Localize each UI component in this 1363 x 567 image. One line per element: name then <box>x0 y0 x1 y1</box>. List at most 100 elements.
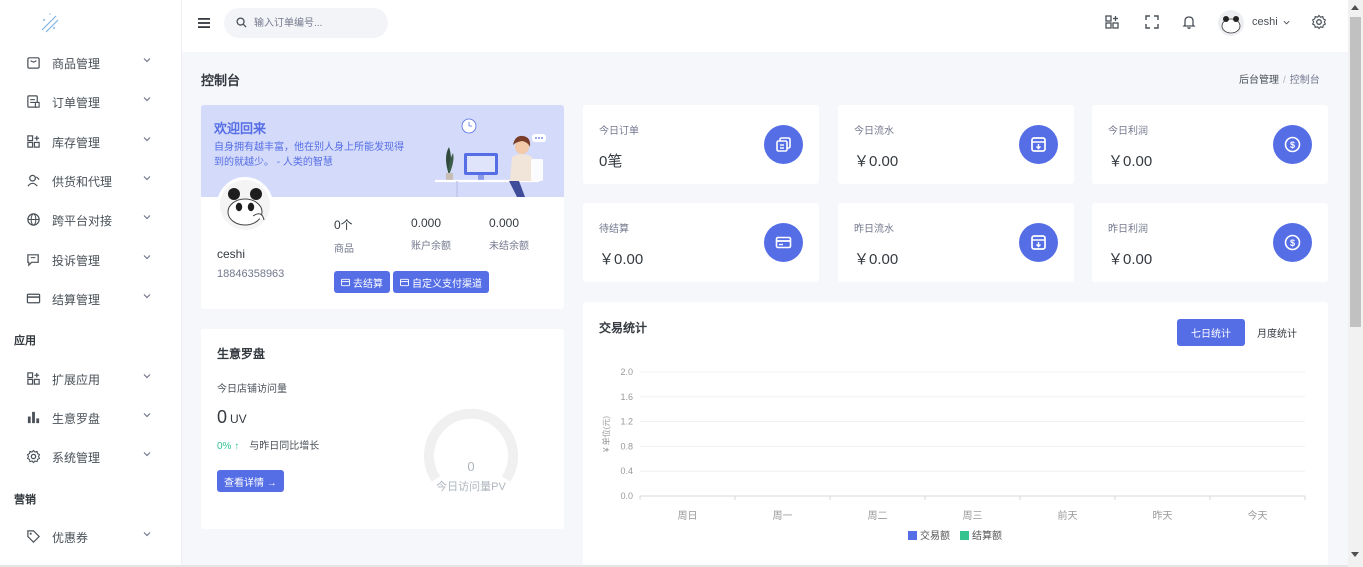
custom-payment-button-label: 自定义支付渠道 <box>412 278 482 290</box>
chevron-down-icon <box>143 176 151 181</box>
stat-card-value: ￥0.00 <box>854 251 899 268</box>
stat-card-today-flow: 今日流水 ￥0.00 <box>838 105 1074 184</box>
menu-toggle-icon[interactable] <box>198 17 210 29</box>
x-tick-label: 周二 <box>868 510 888 522</box>
chevron-down-icon <box>143 58 151 63</box>
grid-icon <box>27 135 40 148</box>
tab-monthly[interactable]: 月度统计 <box>1247 319 1307 346</box>
sidebar-item-system[interactable]: 系统管理 <box>0 438 182 474</box>
sidebar-item-label: 投诉管理 <box>52 254 101 268</box>
sidebar-item-cross-platform[interactable]: 跨平台对接 <box>0 201 182 237</box>
stat-card-label: 昨日利润 <box>1108 224 1148 235</box>
x-tick-label: 周一 <box>773 510 793 522</box>
sidebar-item-label: 跨平台对接 <box>52 214 113 228</box>
growth-row: 0% ↑ 与昨日同比增长 <box>217 437 319 452</box>
sidebar-item-supply[interactable]: 供货和代理 <box>0 162 182 198</box>
gauge-label: 今日访问量PV <box>436 479 506 493</box>
breadcrumb-item-current: 控制台 <box>1289 75 1320 86</box>
chevron-down-icon <box>143 137 151 142</box>
sidebar: 商品管理 订单管理 库存管理 供货和代理 跨平台对接 投诉管理 结算管理 应用 … <box>0 0 182 567</box>
chevron-down-icon <box>143 413 151 418</box>
chevron-down-icon <box>143 452 151 457</box>
chevron-down-icon[interactable] <box>1283 19 1290 26</box>
sidebar-item-orders[interactable]: 订单管理 <box>0 83 182 119</box>
archive-icon <box>1031 137 1046 152</box>
avatar[interactable] <box>217 177 273 233</box>
stat-card-icon-circle <box>1019 223 1058 262</box>
bell-icon[interactable] <box>1181 14 1197 30</box>
order-icon <box>27 95 40 108</box>
chevron-down-icon <box>143 255 151 260</box>
scrollbar-thumb[interactable] <box>1350 17 1361 327</box>
scroll-down-arrow-icon[interactable] <box>1351 552 1359 557</box>
app-grid-icon[interactable] <box>1104 14 1120 30</box>
message-icon <box>27 254 39 267</box>
search-input[interactable] <box>254 14 378 32</box>
page-scrollbar[interactable] <box>1348 0 1363 567</box>
transaction-stats-card: 交易统计 七日统计 月度统计 0.0 0.4 0.8 1.2 1.6 2.0 ¥ 单位(元)… <box>583 302 1328 567</box>
sidebar-item-coupons[interactable]: 优惠券 <box>0 518 182 554</box>
stat-card-icon-circle: $ <box>1273 223 1312 262</box>
chevron-down-icon <box>143 97 151 102</box>
y-tick-label: 0.8 <box>620 441 633 451</box>
sidebar-item-compass[interactable]: 生意罗盘 <box>0 399 182 435</box>
custom-payment-button[interactable]: 自定义支付渠道 <box>393 271 489 293</box>
legend-label: 结算额 <box>972 529 1002 542</box>
card-icon <box>26 293 41 304</box>
sidebar-item-label: 供货和代理 <box>52 175 113 189</box>
view-details-button[interactable]: 查看详情 → <box>217 470 284 492</box>
legend-swatch <box>960 531 969 540</box>
sidebar-item-extensions[interactable]: 扩展应用 <box>0 360 182 396</box>
user-name[interactable]: ceshi <box>1252 16 1278 28</box>
archive-icon <box>1031 235 1046 250</box>
fullscreen-icon[interactable] <box>1144 14 1160 30</box>
sidebar-item-complaints[interactable]: 投诉管理 <box>0 241 182 277</box>
stat-card-value: 0笔 <box>599 153 623 170</box>
chevron-down-icon <box>143 294 151 299</box>
y-tick-label: 0.0 <box>620 491 633 501</box>
sidebar-item-label: 系统管理 <box>52 451 101 465</box>
legend-label: 交易额 <box>920 529 950 542</box>
sidebar-item-inventory[interactable]: 库存管理 <box>0 123 182 159</box>
uv-unit: UV <box>230 412 247 426</box>
x-tick-label: 昨天 <box>1153 510 1173 522</box>
avatar[interactable] <box>1218 10 1244 36</box>
settle-button-label: 去结算 <box>353 278 383 290</box>
scroll-up-arrow-icon[interactable] <box>1351 5 1359 10</box>
card-title: 生意罗盘 <box>217 347 266 361</box>
sidebar-item-products[interactable]: 商品管理 <box>0 44 182 80</box>
workspace-illustration <box>435 118 546 197</box>
sidebar-item-label: 订单管理 <box>52 96 101 110</box>
stat-card-label: 今日流水 <box>854 126 894 137</box>
gauge-value: 0 <box>467 459 474 474</box>
sidebar-item-settlement[interactable]: 结算管理 <box>0 280 182 316</box>
sidebar-item-label: 扩展应用 <box>52 373 101 387</box>
breadcrumb-separator: / <box>1283 75 1286 86</box>
dollar-icon: $ <box>1284 234 1301 251</box>
y-tick-label: 0.4 <box>620 466 633 476</box>
y-tick-label: 2.0 <box>620 367 633 377</box>
settle-button[interactable]: 去结算 <box>334 271 390 293</box>
globe-icon <box>27 213 40 226</box>
stat-card-value: ￥0.00 <box>599 251 644 268</box>
card-icon <box>400 278 409 286</box>
breadcrumb-item-admin[interactable]: 后台管理 <box>1239 75 1279 86</box>
sidebar-item-label: 优惠券 <box>52 531 89 545</box>
x-tick-label: 周日 <box>678 510 698 522</box>
compass-subtitle: 今日店铺访问量 <box>217 384 287 395</box>
stat-card-value: ￥0.00 <box>1108 153 1153 170</box>
bar-chart-icon <box>27 411 40 424</box>
y-tick-label: 1.6 <box>620 392 633 402</box>
legend-swatch <box>908 531 917 540</box>
page-title: 控制台 <box>201 73 241 88</box>
stat-card-value: ￥0.00 <box>1108 251 1153 268</box>
card-icon <box>775 236 792 249</box>
grid-icon <box>27 372 40 385</box>
user-phone: 18846358963 <box>217 268 285 280</box>
stat-label: 商品 <box>334 244 354 255</box>
stat-value: 0个 <box>334 218 353 232</box>
logo-icon[interactable] <box>36 10 62 36</box>
settings-gear-icon[interactable] <box>1311 14 1327 30</box>
growth-text: 与昨日同比增长 <box>249 441 320 452</box>
tab-seven-days[interactable]: 七日统计 <box>1177 319 1245 346</box>
